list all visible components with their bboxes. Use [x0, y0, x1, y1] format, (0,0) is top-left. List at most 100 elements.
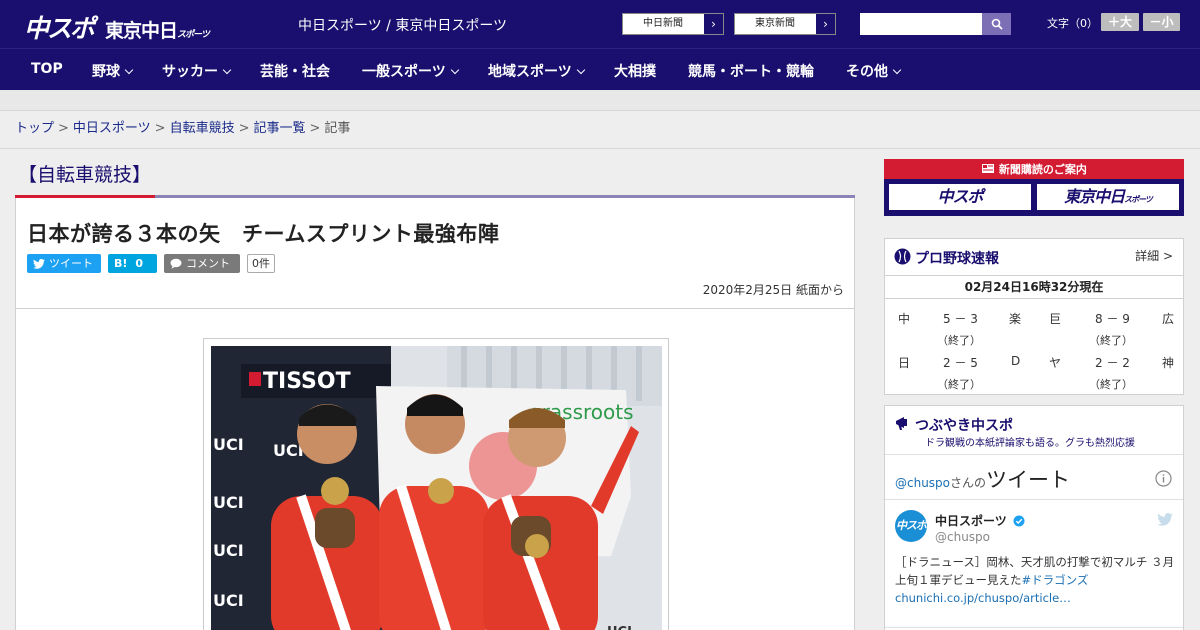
nav-label: サッカー	[162, 64, 218, 80]
subscribe-tokyo-chunichi-button[interactable]: 東京中日スポーツ	[1036, 183, 1180, 211]
game-score[interactable]: 5 － 3	[943, 310, 978, 327]
divider	[16, 308, 854, 309]
article-card: 日本が誇る３本の矢 チームスプリント最強布陣 ツイート B! 0 コメント 0件…	[15, 198, 855, 630]
breadcrumb-sep: >	[154, 121, 166, 136]
breadcrumb: トップ > 中日スポーツ > 自転車競技 > 記事一覧 > 記事	[0, 111, 1200, 149]
comment-button[interactable]: コメント	[164, 254, 240, 273]
tokyo-shimbun-link[interactable]: 東京新聞 ›	[734, 13, 836, 35]
twitter-bird-icon[interactable]	[1157, 513, 1173, 526]
nav-general-sports[interactable]: 一般スポーツ	[362, 61, 459, 81]
chunichi-shimbun-link[interactable]: 中日新聞 ›	[622, 13, 724, 35]
tweet-hashtag-link[interactable]: #ドラゴンズ	[1022, 573, 1089, 587]
breadcrumb-chunichi-sports[interactable]: 中日スポーツ	[73, 121, 151, 136]
category-title: 【自転車競技】	[18, 164, 152, 186]
twitter-tweets-label: ツイート	[986, 468, 1071, 492]
sponsor-uci-text: UCI	[213, 493, 244, 512]
chevron-down-icon	[222, 65, 232, 75]
nav-label: TOP	[31, 61, 63, 77]
subscribe-title-text: 新聞購読のご案内	[998, 163, 1087, 176]
game-status: （終了）	[1089, 378, 1133, 391]
baseball-icon	[894, 248, 911, 265]
hatena-icon: B!	[114, 257, 128, 270]
breadcrumb-sep: >	[309, 121, 321, 136]
tweet-label: ツイート	[49, 257, 93, 270]
logo-tokyo-text: 東京中日	[105, 20, 178, 42]
game-score[interactable]: 2 － 2	[1095, 354, 1130, 371]
chevron-down-icon	[576, 65, 585, 75]
comment-label: コメント	[186, 257, 230, 270]
hatena-bookmark-button[interactable]: B! 0	[108, 254, 157, 273]
divider	[885, 454, 1183, 455]
site-name-link[interactable]: 中日スポーツ / 東京中日スポーツ	[298, 15, 507, 35]
twitter-handle-suffix: さんの	[950, 476, 987, 490]
search-input[interactable]	[860, 13, 982, 35]
article-photo[interactable]: TISSOT UCI UCI UCI UCI UCI grassroots	[211, 346, 662, 630]
baseball-detail-link[interactable]: 詳細 >	[1135, 247, 1173, 264]
breadcrumb-article-list[interactable]: 記事一覧	[254, 121, 306, 136]
tweet-author-name[interactable]: 中日スポーツ	[935, 512, 1025, 529]
twitter-bird-icon	[33, 258, 45, 269]
score-updated-time: 02月24日16時32分現在	[885, 275, 1183, 299]
game-score[interactable]: 2 － 5	[943, 354, 978, 371]
subscribe-chuspo-button[interactable]: 中スポ	[888, 183, 1032, 211]
tweet-url-link[interactable]: chunichi.co.jp/chuspo/article…	[895, 591, 1071, 605]
speech-bubble-icon	[170, 258, 182, 269]
twitter-timeline-header: @chuspoさんのツイート	[895, 464, 1070, 494]
article-dateline: 2020年2月25日 紙面から	[702, 283, 844, 297]
team-home: 日	[898, 356, 911, 370]
verified-badge-icon	[1013, 515, 1025, 527]
sponsor-uci-text: UCI	[213, 541, 244, 560]
newspaper-icon	[981, 163, 996, 174]
nav-racing[interactable]: 競馬・ボート・競輪	[688, 61, 814, 81]
tweet-author-handle[interactable]: @chuspo	[935, 530, 990, 544]
breadcrumb-cycling[interactable]: 自転車競技	[170, 121, 235, 136]
subscribe-tokyo-small: スポーツ	[1124, 195, 1153, 204]
breadcrumb-top[interactable]: トップ	[15, 121, 54, 136]
search-button[interactable]	[982, 13, 1011, 35]
font-smaller-button[interactable]: －小	[1143, 13, 1180, 31]
team-away: D	[1011, 354, 1021, 368]
avatar[interactable]: 中スポ	[895, 510, 927, 542]
baseball-widget-title: プロ野球速報	[915, 251, 999, 267]
logo-chuspo: 中スポ	[24, 14, 95, 43]
game-score[interactable]: 8 － 9	[1095, 310, 1130, 327]
breadcrumb-sep: >	[238, 121, 250, 136]
top-header: 中スポ 東京中日スポーツ 中日スポーツ / 東京中日スポーツ 中日新聞 › 東京…	[0, 0, 1200, 48]
nav-entertainment[interactable]: 芸能・社会	[260, 61, 330, 81]
subscribe-tokyo-label: 東京中日	[1064, 187, 1125, 206]
sponsor-uci-text: UCI	[607, 625, 632, 630]
link-label: 中日新聞	[643, 18, 683, 29]
main-nav: TOP 野球 サッカー 芸能・社会 一般スポーツ 地域スポーツ 大相撲 競馬・ボ…	[0, 48, 1200, 90]
tweet-button[interactable]: ツイート	[27, 254, 101, 273]
site-logo[interactable]: 中スポ 東京中日スポーツ	[24, 9, 210, 45]
nav-local-sports[interactable]: 地域スポーツ	[488, 61, 585, 81]
game-status: （終了）	[937, 334, 981, 347]
search-icon	[991, 18, 1003, 30]
sponsor-tissot-text: TISSOT	[263, 369, 351, 394]
article-photo-frame: TISSOT UCI UCI UCI UCI UCI grassroots	[203, 338, 669, 630]
nav-soccer[interactable]: サッカー	[162, 61, 232, 81]
nav-sumo[interactable]: 大相撲	[614, 61, 656, 81]
nav-baseball[interactable]: 野球	[92, 61, 134, 81]
chevron-right-icon: ›	[703, 14, 723, 34]
nav-label: 芸能・社会	[260, 64, 330, 80]
chevron-down-icon	[124, 65, 134, 75]
nav-other[interactable]: その他	[846, 61, 902, 81]
megaphone-icon	[896, 417, 907, 430]
comment-count: 0件	[247, 254, 275, 273]
font-size-label: 文字（0）	[1047, 17, 1098, 30]
nav-label: 地域スポーツ	[488, 64, 572, 80]
team-away: 神	[1162, 356, 1175, 370]
team-home: 巨	[1049, 312, 1062, 326]
sponsor-uci-text: UCI	[213, 591, 244, 610]
team-home: ヤ	[1049, 356, 1062, 370]
breadcrumb-sep: >	[58, 121, 69, 136]
twitter-handle-link[interactable]: @chuspo	[895, 476, 950, 490]
team-away: 楽	[1009, 312, 1022, 326]
ad-band	[0, 90, 1200, 111]
font-larger-button[interactable]: ＋大	[1101, 13, 1139, 31]
hatena-count: 0	[135, 257, 144, 270]
info-icon[interactable]	[1155, 470, 1172, 487]
nav-top[interactable]: TOP	[31, 61, 63, 77]
twitter-widget-subtitle: ドラ観戦の本紙評論家も語る。グラも熱烈応援	[925, 438, 1135, 449]
